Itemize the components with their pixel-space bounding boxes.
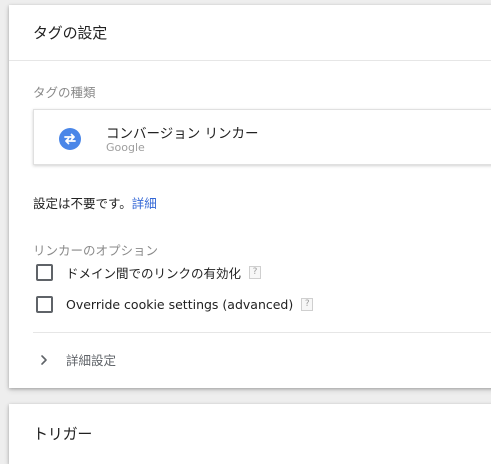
override-cookie-label[interactable]: Override cookie settings (advanced) [66, 297, 293, 312]
not-required-message: 設定は不要です。 [33, 196, 132, 211]
tag-configuration-card: タグの設定 タグの種類 コンバージョン リンカー Google 設定は不要です。… [9, 5, 491, 388]
cross-domain-linking-option: ドメイン間でのリンクの有効化 ? [36, 262, 262, 282]
swap-arrows-icon [59, 128, 81, 150]
tag-type-label: タグの種類 [33, 85, 96, 100]
cross-domain-linking-label[interactable]: ドメイン間でのリンクの有効化 [66, 263, 241, 282]
advanced-settings-label: 詳細設定 [66, 353, 117, 368]
header-divider [9, 60, 491, 61]
trigger-card[interactable]: トリガー [9, 404, 491, 464]
tag-type-selector[interactable]: コンバージョン リンカー Google [33, 109, 491, 165]
trigger-title: トリガー [33, 425, 93, 443]
advanced-settings-toggle[interactable]: 詳細設定 [39, 350, 116, 369]
tag-type-vendor: Google [106, 141, 145, 154]
details-link[interactable]: 詳細 [132, 196, 157, 211]
tag-type-name: コンバージョン リンカー [106, 126, 259, 142]
override-cookie-option: Override cookie settings (advanced) ? [36, 294, 314, 314]
tag-configuration-title: タグの設定 [33, 24, 108, 42]
help-icon[interactable]: ? [301, 297, 314, 311]
no-settings-required-text: 設定は不要です。詳細 [33, 193, 157, 212]
override-cookie-checkbox[interactable] [36, 295, 53, 313]
cross-domain-linking-checkbox[interactable] [36, 263, 53, 281]
linker-options-label: リンカーのオプション [33, 243, 159, 258]
help-icon[interactable]: ? [249, 265, 262, 279]
section-divider [33, 332, 491, 333]
chevron-right-icon [41, 354, 47, 365]
